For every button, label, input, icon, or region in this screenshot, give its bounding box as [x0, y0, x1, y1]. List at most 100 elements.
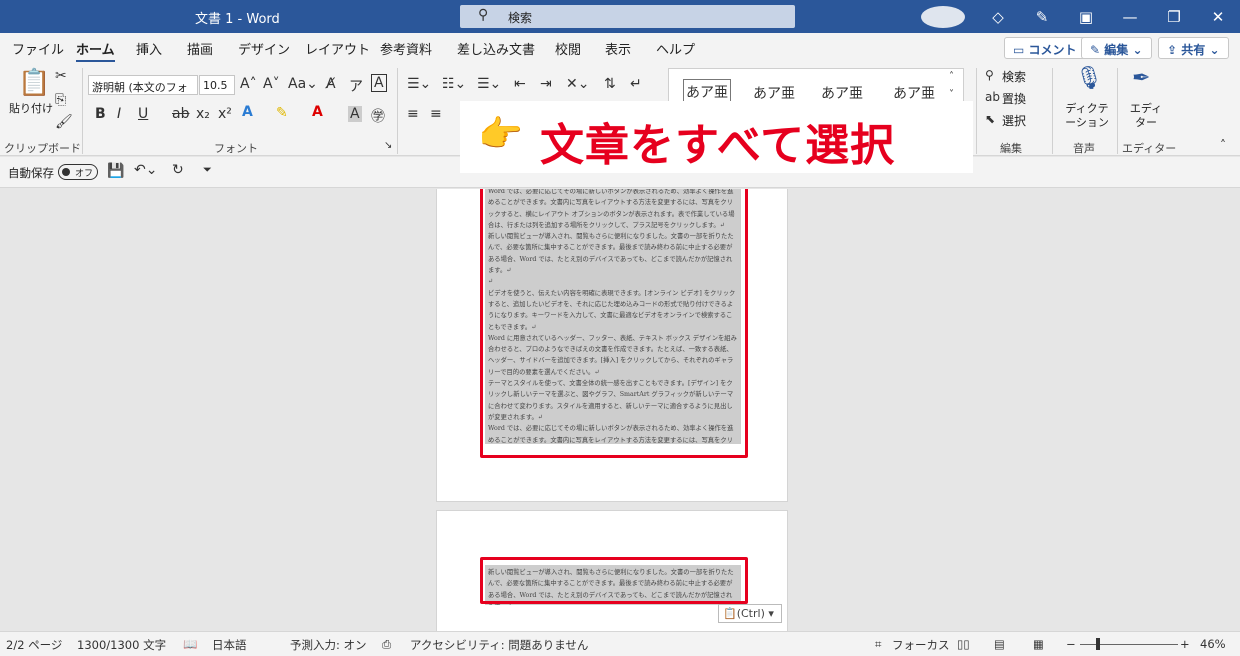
zoom-out-icon[interactable]: −	[1066, 637, 1076, 651]
sort-icon[interactable]: ⇅	[604, 76, 616, 92]
styles-scroll-down-icon[interactable]: ˅	[949, 89, 954, 100]
tab-layout[interactable]: レイアウト	[305, 39, 370, 58]
tab-design[interactable]: デザイン	[238, 39, 290, 58]
align-left-icon[interactable]: ≡	[407, 106, 419, 122]
style-heading2[interactable]: あア亜	[893, 83, 935, 103]
tab-review[interactable]: 校閲	[555, 39, 581, 58]
microphone-icon[interactable]: 🎙	[1075, 66, 1103, 91]
read-mode-icon[interactable]: ▯▯	[957, 637, 970, 651]
clear-format-icon[interactable]: A̸	[326, 76, 336, 92]
tab-view[interactable]: 表示	[605, 39, 631, 58]
superscript-icon[interactable]: x²	[218, 106, 232, 122]
tab-help[interactable]: ヘルプ	[656, 39, 695, 58]
find-label[interactable]: 検索	[1002, 68, 1026, 85]
comment-icon: ▭	[1013, 43, 1025, 57]
shrink-font-icon[interactable]: A˅	[263, 76, 280, 92]
pen-icon[interactable]: ✎	[1020, 8, 1064, 26]
word-count[interactable]: 1300/1300 文字	[77, 637, 166, 653]
select-icon[interactable]: ⬉	[985, 112, 995, 126]
numbering-icon[interactable]: ☷⌄	[442, 76, 466, 92]
account-avatar[interactable]	[921, 5, 965, 28]
asian-layout-icon[interactable]: ✕⌄	[566, 76, 589, 92]
save-icon[interactable]: 💾	[107, 163, 124, 179]
collapse-ribbon-icon[interactable]: ˄	[1220, 138, 1226, 152]
paste-options-button[interactable]: 📋(Ctrl) ▾	[718, 604, 782, 623]
subscript-icon[interactable]: x₂	[196, 106, 210, 122]
language[interactable]: 日本語	[212, 637, 247, 653]
tab-home[interactable]: ホーム	[76, 39, 115, 63]
italic-icon[interactable]: I	[117, 106, 121, 122]
styles-scroll-up-icon[interactable]: ˄	[949, 71, 954, 82]
char-border-icon[interactable]: A	[371, 74, 387, 92]
ribbon-display-icon[interactable]: ▣	[1064, 8, 1108, 26]
phonetic-guide-icon[interactable]: ア	[349, 76, 363, 96]
search-box[interactable]: ⚲ 検索	[460, 5, 795, 28]
font-name-box[interactable]: 游明朝 (本文のフォ	[88, 75, 198, 95]
decrease-indent-icon[interactable]: ⇤	[514, 76, 526, 92]
web-layout-icon[interactable]: ▦	[1033, 637, 1044, 651]
paste-icon[interactable]: 📋	[18, 68, 50, 98]
enclose-char-icon[interactable]: ㊫	[371, 106, 385, 126]
autosave-label: 自動保存	[8, 166, 54, 180]
copy-icon[interactable]: ⎘	[55, 92, 66, 108]
dictate-label[interactable]: ディクテーション	[1062, 102, 1112, 130]
undo-icon[interactable]: ↶⌄	[134, 162, 157, 178]
underline-icon[interactable]: U	[138, 106, 148, 122]
replace-icon[interactable]: ab	[985, 90, 1000, 104]
tab-mailings[interactable]: 差し込み文書	[457, 39, 535, 58]
page-count[interactable]: 2/2 ページ	[6, 637, 62, 653]
show-marks-icon[interactable]: ↵	[630, 76, 642, 92]
share-button[interactable]: ⇪ 共有 ⌄	[1158, 37, 1229, 59]
zoom-level[interactable]: 46%	[1200, 637, 1226, 651]
zoom-slider[interactable]	[1080, 644, 1178, 645]
print-layout-icon[interactable]: ▤	[994, 637, 1005, 651]
read-aloud-icon[interactable]: 📖	[183, 637, 197, 651]
autosave-toggle[interactable]: オフ	[58, 164, 98, 180]
zoom-in-icon[interactable]: +	[1180, 637, 1190, 651]
strikethrough-icon[interactable]: ab	[172, 106, 189, 122]
comment-button[interactable]: ▭ コメント	[1004, 37, 1086, 59]
tab-insert[interactable]: 挿入	[136, 39, 162, 58]
select-label[interactable]: 選択	[1002, 112, 1026, 129]
accessibility-status[interactable]: アクセシビリティ: 問題ありません	[410, 637, 588, 653]
zoom-slider-thumb[interactable]	[1096, 638, 1100, 650]
tab-references[interactable]: 参考資料	[380, 39, 432, 58]
format-painter-icon[interactable]: 🖌	[55, 114, 73, 130]
multilevel-list-icon[interactable]: ☰⌄	[477, 76, 501, 92]
text-effects-icon[interactable]: A	[242, 104, 253, 120]
redo-icon[interactable]: ↻	[172, 162, 184, 178]
minimize-button[interactable]: —	[1108, 8, 1152, 26]
replace-label[interactable]: 置換	[1002, 90, 1026, 107]
close-button[interactable]: ✕	[1196, 8, 1240, 26]
font-dialog-launcher-icon[interactable]: ↘	[384, 140, 392, 151]
focus-icon[interactable]: ⌗	[875, 637, 881, 652]
tab-file[interactable]: ファイル	[12, 39, 64, 58]
char-shading-icon[interactable]: A	[348, 106, 362, 122]
diamond-icon[interactable]: ◇	[976, 8, 1020, 26]
predictive-text[interactable]: 予測入力: オン	[290, 637, 367, 653]
cut-icon[interactable]: ✂	[55, 68, 67, 84]
paste-label[interactable]: 貼り付け	[9, 100, 53, 116]
change-case-icon[interactable]: Aa⌄	[288, 76, 318, 92]
editor-icon[interactable]: ✒	[1132, 66, 1150, 91]
voice-group-label: 音声	[1073, 142, 1095, 155]
grow-font-icon[interactable]: A˄	[240, 76, 257, 92]
align-center-icon[interactable]: ≡	[430, 106, 442, 122]
restore-button[interactable]: ❐	[1152, 8, 1196, 26]
tab-draw[interactable]: 描画	[187, 39, 213, 58]
font-color-icon[interactable]: A	[312, 104, 323, 120]
customize-qat-icon[interactable]: ⏷	[203, 163, 212, 177]
style-no-spacing[interactable]: あア亜	[753, 83, 795, 103]
font-size-box[interactable]: 10.5	[199, 75, 235, 95]
comment-label: コメント	[1028, 43, 1077, 57]
track-icon[interactable]: ⎙	[382, 637, 391, 652]
edit-mode-button[interactable]: ✎ 編集 ⌄	[1081, 37, 1152, 59]
style-heading1[interactable]: あア亜	[821, 83, 863, 103]
bold-icon[interactable]: B	[95, 106, 106, 122]
bullets-icon[interactable]: ☰⌄	[407, 76, 431, 92]
focus-mode[interactable]: フォーカス	[892, 637, 950, 653]
increase-indent-icon[interactable]: ⇥	[540, 76, 552, 92]
find-icon[interactable]: ⚲	[985, 68, 994, 82]
editor-label[interactable]: エディター	[1126, 102, 1166, 130]
highlight-icon[interactable]: ✎	[276, 105, 288, 121]
